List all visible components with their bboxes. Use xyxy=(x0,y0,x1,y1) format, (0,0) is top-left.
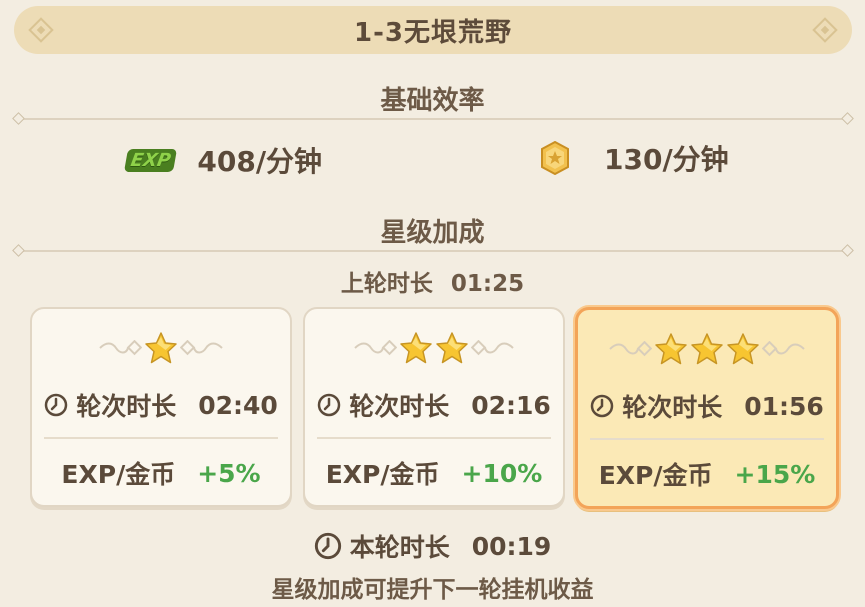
stage-title-bar: 1-3无垠荒野 xyxy=(14,6,852,54)
exp-icon: EXP xyxy=(123,148,178,172)
star-row xyxy=(305,331,563,365)
diamond-ornament-icon xyxy=(28,17,54,43)
diamond-ornament-icon xyxy=(812,17,838,43)
reward-row: EXP/金币 +5% xyxy=(32,455,290,491)
star-row xyxy=(32,331,290,365)
bonus-percent: +10% xyxy=(461,458,543,488)
ornament-icon xyxy=(99,340,142,356)
clock-icon xyxy=(590,394,614,418)
star-card-3-selected[interactable]: 轮次时长 01:56 EXP/金币 +15% xyxy=(575,307,839,509)
exp-rate-row: EXP 408/分钟 xyxy=(123,140,323,180)
round-duration-row: 轮次时长 01:56 xyxy=(578,388,836,424)
current-round-value: 00:19 xyxy=(471,531,552,561)
last-round-label: 上轮时长 xyxy=(340,271,433,297)
star-icon xyxy=(727,333,759,365)
clock-icon xyxy=(44,393,68,417)
star-icon xyxy=(400,332,432,364)
exp-rate: 408/分钟 xyxy=(197,145,323,178)
ornament-icon xyxy=(354,340,397,356)
ornament-icon xyxy=(762,341,805,357)
card-divider xyxy=(317,437,551,439)
clock-icon xyxy=(317,393,341,417)
duration-label: 轮次时长 xyxy=(349,392,450,421)
star-card-2[interactable]: 轮次时长 02:16 EXP/金币 +10% xyxy=(303,307,565,507)
bonus-percent: +5% xyxy=(197,458,261,488)
divider xyxy=(22,250,844,252)
round-duration-row: 轮次时长 02:16 xyxy=(305,387,563,423)
star-icon xyxy=(655,333,687,365)
star-icon xyxy=(691,333,723,365)
base-efficiency-title: 基础效率 xyxy=(380,86,485,116)
duration-label: 轮次时长 xyxy=(76,392,177,421)
round-duration-row: 轮次时长 02:40 xyxy=(32,387,290,423)
duration-value: 02:40 xyxy=(198,390,278,420)
star-bonus-title: 星级加成 xyxy=(380,218,485,248)
current-round-duration: 本轮时长 00:19 xyxy=(0,528,865,564)
star-icon xyxy=(145,332,177,364)
duration-label: 轮次时长 xyxy=(622,393,723,422)
clock-icon xyxy=(314,532,341,560)
ornament-icon xyxy=(180,340,223,356)
reward-row: EXP/金币 +10% xyxy=(305,455,563,491)
current-round-label: 本轮时长 xyxy=(349,533,450,562)
coin-rate: 130/分钟 xyxy=(604,143,729,176)
reward-label: EXP/金币 xyxy=(325,460,440,489)
reward-label: EXP/金币 xyxy=(61,460,176,489)
last-round-value: 01:25 xyxy=(450,271,525,297)
reward-row: EXP/金币 +15% xyxy=(578,456,836,492)
divider xyxy=(22,118,844,120)
stage-title: 1-3无垠荒野 xyxy=(354,17,512,48)
ornament-icon xyxy=(609,341,652,357)
card-divider xyxy=(44,437,278,439)
bonus-percent: +15% xyxy=(734,459,816,489)
star-row xyxy=(578,332,836,366)
card-divider xyxy=(590,438,824,440)
star-icon xyxy=(436,332,468,364)
ornament-icon xyxy=(471,340,514,356)
last-round-duration: 上轮时长 01:25 xyxy=(0,264,865,298)
duration-value: 02:16 xyxy=(471,390,551,420)
star-bonus-hint: 星级加成可提升下一轮挂机收益 xyxy=(271,577,594,603)
reward-label: EXP/金币 xyxy=(598,461,713,490)
duration-value: 01:56 xyxy=(744,391,824,421)
star-card-1[interactable]: 轮次时长 02:40 EXP/金币 +5% xyxy=(30,307,292,507)
coin-rate-row: 130/分钟 xyxy=(540,138,729,178)
coin-icon xyxy=(541,141,569,175)
